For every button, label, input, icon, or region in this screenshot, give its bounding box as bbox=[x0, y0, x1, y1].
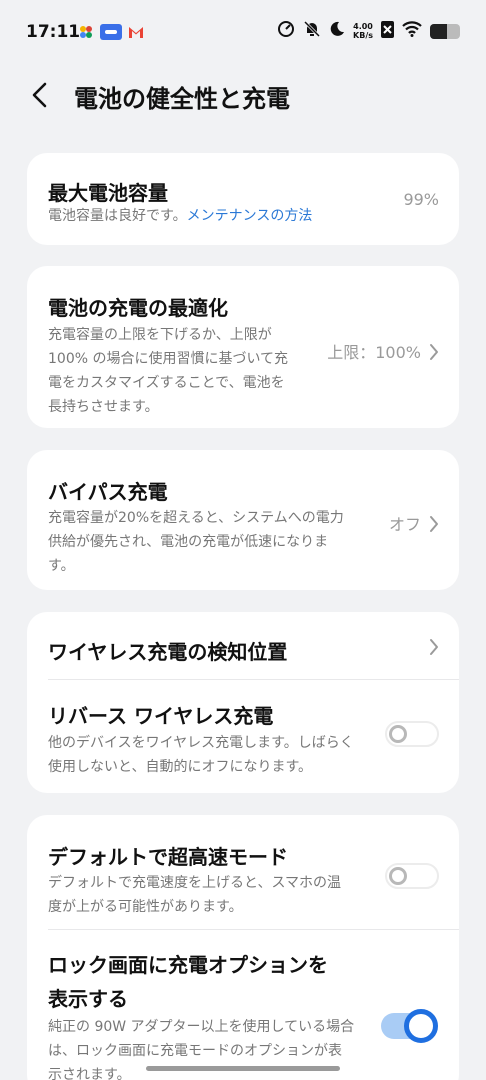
max-capacity-status: 電池容量は良好です。 bbox=[48, 208, 187, 224]
title-line: ロック画面に充電オプションを bbox=[48, 953, 328, 977]
desc-line: 電をカスタマイズすることで、電池を bbox=[48, 375, 285, 391]
status-time: 17:11 bbox=[26, 22, 81, 42]
reverse-wireless-desc: 他のデバイスをワイヤレス充電します。しばらく 使用しないと、自動的にオフになりま… bbox=[48, 731, 378, 779]
network-speed: 4.00 KB/s bbox=[353, 22, 373, 40]
default-fast-mode-title: デフォルトで超高速モード bbox=[48, 845, 288, 869]
network-speed-value: 4.00 bbox=[353, 22, 373, 31]
reverse-wireless-row: リバース ワイヤレス充電 他のデバイスをワイヤレス充電します。しばらく 使用しな… bbox=[27, 680, 459, 793]
bypass-charging-desc: 充電容量が20%を超えると、システムへの電力 供給が優先され、電池の充電が低速に… bbox=[48, 506, 368, 578]
lock-screen-options-row: ロック画面に充電オプションを 表示する 純正の 90W アダプター以上を使用して… bbox=[27, 930, 459, 1080]
default-fast-mode-toggle[interactable] bbox=[385, 863, 439, 889]
bell-muted-icon bbox=[303, 20, 321, 42]
notification-icons bbox=[78, 24, 144, 40]
desc-line: デフォルトで充電速度を上げると、スマホの温 bbox=[48, 875, 342, 891]
lock-screen-options-toggle[interactable] bbox=[381, 1009, 438, 1043]
chevron-left-icon bbox=[32, 82, 47, 108]
desc-line: は、ロック画面に充電モードのオプションが表 bbox=[48, 1043, 342, 1059]
max-capacity-card: 最大電池容量 電池容量は良好です。メンテナンスの方法 99% bbox=[27, 153, 459, 245]
max-capacity-desc: 電池容量は良好です。メンテナンスの方法 bbox=[48, 204, 312, 228]
system-icons: 4.00 KB/s bbox=[277, 20, 460, 42]
back-button[interactable] bbox=[28, 80, 52, 110]
desc-line: 純正の 90W アダプター以上を使用している場合 bbox=[48, 1019, 355, 1035]
moon-icon bbox=[329, 21, 345, 41]
desc-line: 他のデバイスをワイヤレス充電します。しばらく bbox=[48, 735, 354, 751]
reverse-wireless-title: リバース ワイヤレス充電 bbox=[48, 704, 274, 728]
max-capacity-title: 最大電池容量 bbox=[48, 181, 168, 205]
status-bar: 17:11 4.00 KB/s bbox=[0, 0, 486, 64]
network-speed-unit: KB/s bbox=[353, 31, 373, 40]
bypass-charging-value: オフ bbox=[389, 511, 439, 537]
wireless-detect-row[interactable]: ワイヤレス充電の検知位置 bbox=[27, 612, 459, 680]
app-notification-icon bbox=[100, 24, 122, 40]
desc-line: 使用しないと、自動的にオフになります。 bbox=[48, 759, 313, 775]
title-line: 表示する bbox=[48, 987, 128, 1011]
desc-line: 供給が優先され、電池の充電が低速になりま bbox=[48, 534, 329, 550]
default-fast-mode-row: デフォルトで超高速モード デフォルトで充電速度を上げると、スマホの温 度が上がる… bbox=[27, 815, 459, 929]
desc-line: 長持ちさせます。 bbox=[48, 399, 159, 415]
reverse-wireless-toggle[interactable] bbox=[385, 721, 439, 747]
desc-line: 度が上がる可能性があります。 bbox=[48, 899, 243, 915]
lock-screen-options-title: ロック画面に充電オプションを 表示する bbox=[48, 948, 328, 1016]
page-title: 電池の健全性と充電 bbox=[74, 85, 290, 113]
desc-line: 充電容量が20%を超えると、システムへの電力 bbox=[48, 510, 344, 526]
sim-blocked-icon bbox=[381, 20, 394, 42]
gmail-icon bbox=[128, 24, 144, 40]
desc-line: す。 bbox=[48, 558, 75, 574]
charge-limit-value: 上限：100% bbox=[327, 339, 439, 365]
bypass-charging-card[interactable]: バイパス充電 充電容量が20%を超えると、システムへの電力 供給が優先され、電池… bbox=[27, 450, 459, 590]
desc-line: 充電容量の上限を下げるか、上限が bbox=[48, 327, 272, 343]
charge-optimization-desc: 充電容量の上限を下げるか、上限が 100% の場合に使用習慣に基づいて充 電をカ… bbox=[48, 323, 318, 419]
chevron-right-icon bbox=[429, 638, 439, 660]
max-capacity-value: 99% bbox=[403, 190, 439, 209]
speedometer-icon bbox=[277, 20, 295, 42]
home-indicator[interactable] bbox=[146, 1066, 340, 1071]
chevron-right-icon bbox=[429, 343, 439, 365]
header: 電池の健全性と充電 bbox=[0, 66, 486, 126]
chevron-right-icon bbox=[429, 515, 439, 537]
bypass-charging-state: オフ bbox=[388, 515, 421, 534]
battery-icon bbox=[430, 23, 460, 39]
fast-charging-card: デフォルトで超高速モード デフォルトで充電速度を上げると、スマホの温 度が上がる… bbox=[27, 815, 459, 1080]
wireless-charging-card: ワイヤレス充電の検知位置 リバース ワイヤレス充電 他のデバイスをワイヤレス充電… bbox=[27, 612, 459, 793]
wifi-icon bbox=[402, 21, 422, 41]
charge-limit-text: 上限：100% bbox=[327, 343, 421, 362]
charge-optimization-title: 電池の充電の最適化 bbox=[48, 296, 228, 320]
desc-line: 100% の場合に使用習慣に基づいて充 bbox=[48, 351, 289, 367]
charge-optimization-card[interactable]: 電池の充電の最適化 充電容量の上限を下げるか、上限が 100% の場合に使用習慣… bbox=[27, 266, 459, 428]
bypass-charging-title: バイパス充電 bbox=[48, 480, 168, 504]
wireless-detect-title: ワイヤレス充電の検知位置 bbox=[48, 640, 288, 664]
photos-app-icon bbox=[78, 24, 94, 40]
maintenance-link[interactable]: メンテナンスの方法 bbox=[187, 208, 313, 224]
default-fast-mode-desc: デフォルトで充電速度を上げると、スマホの温 度が上がる可能性があります。 bbox=[48, 871, 368, 919]
